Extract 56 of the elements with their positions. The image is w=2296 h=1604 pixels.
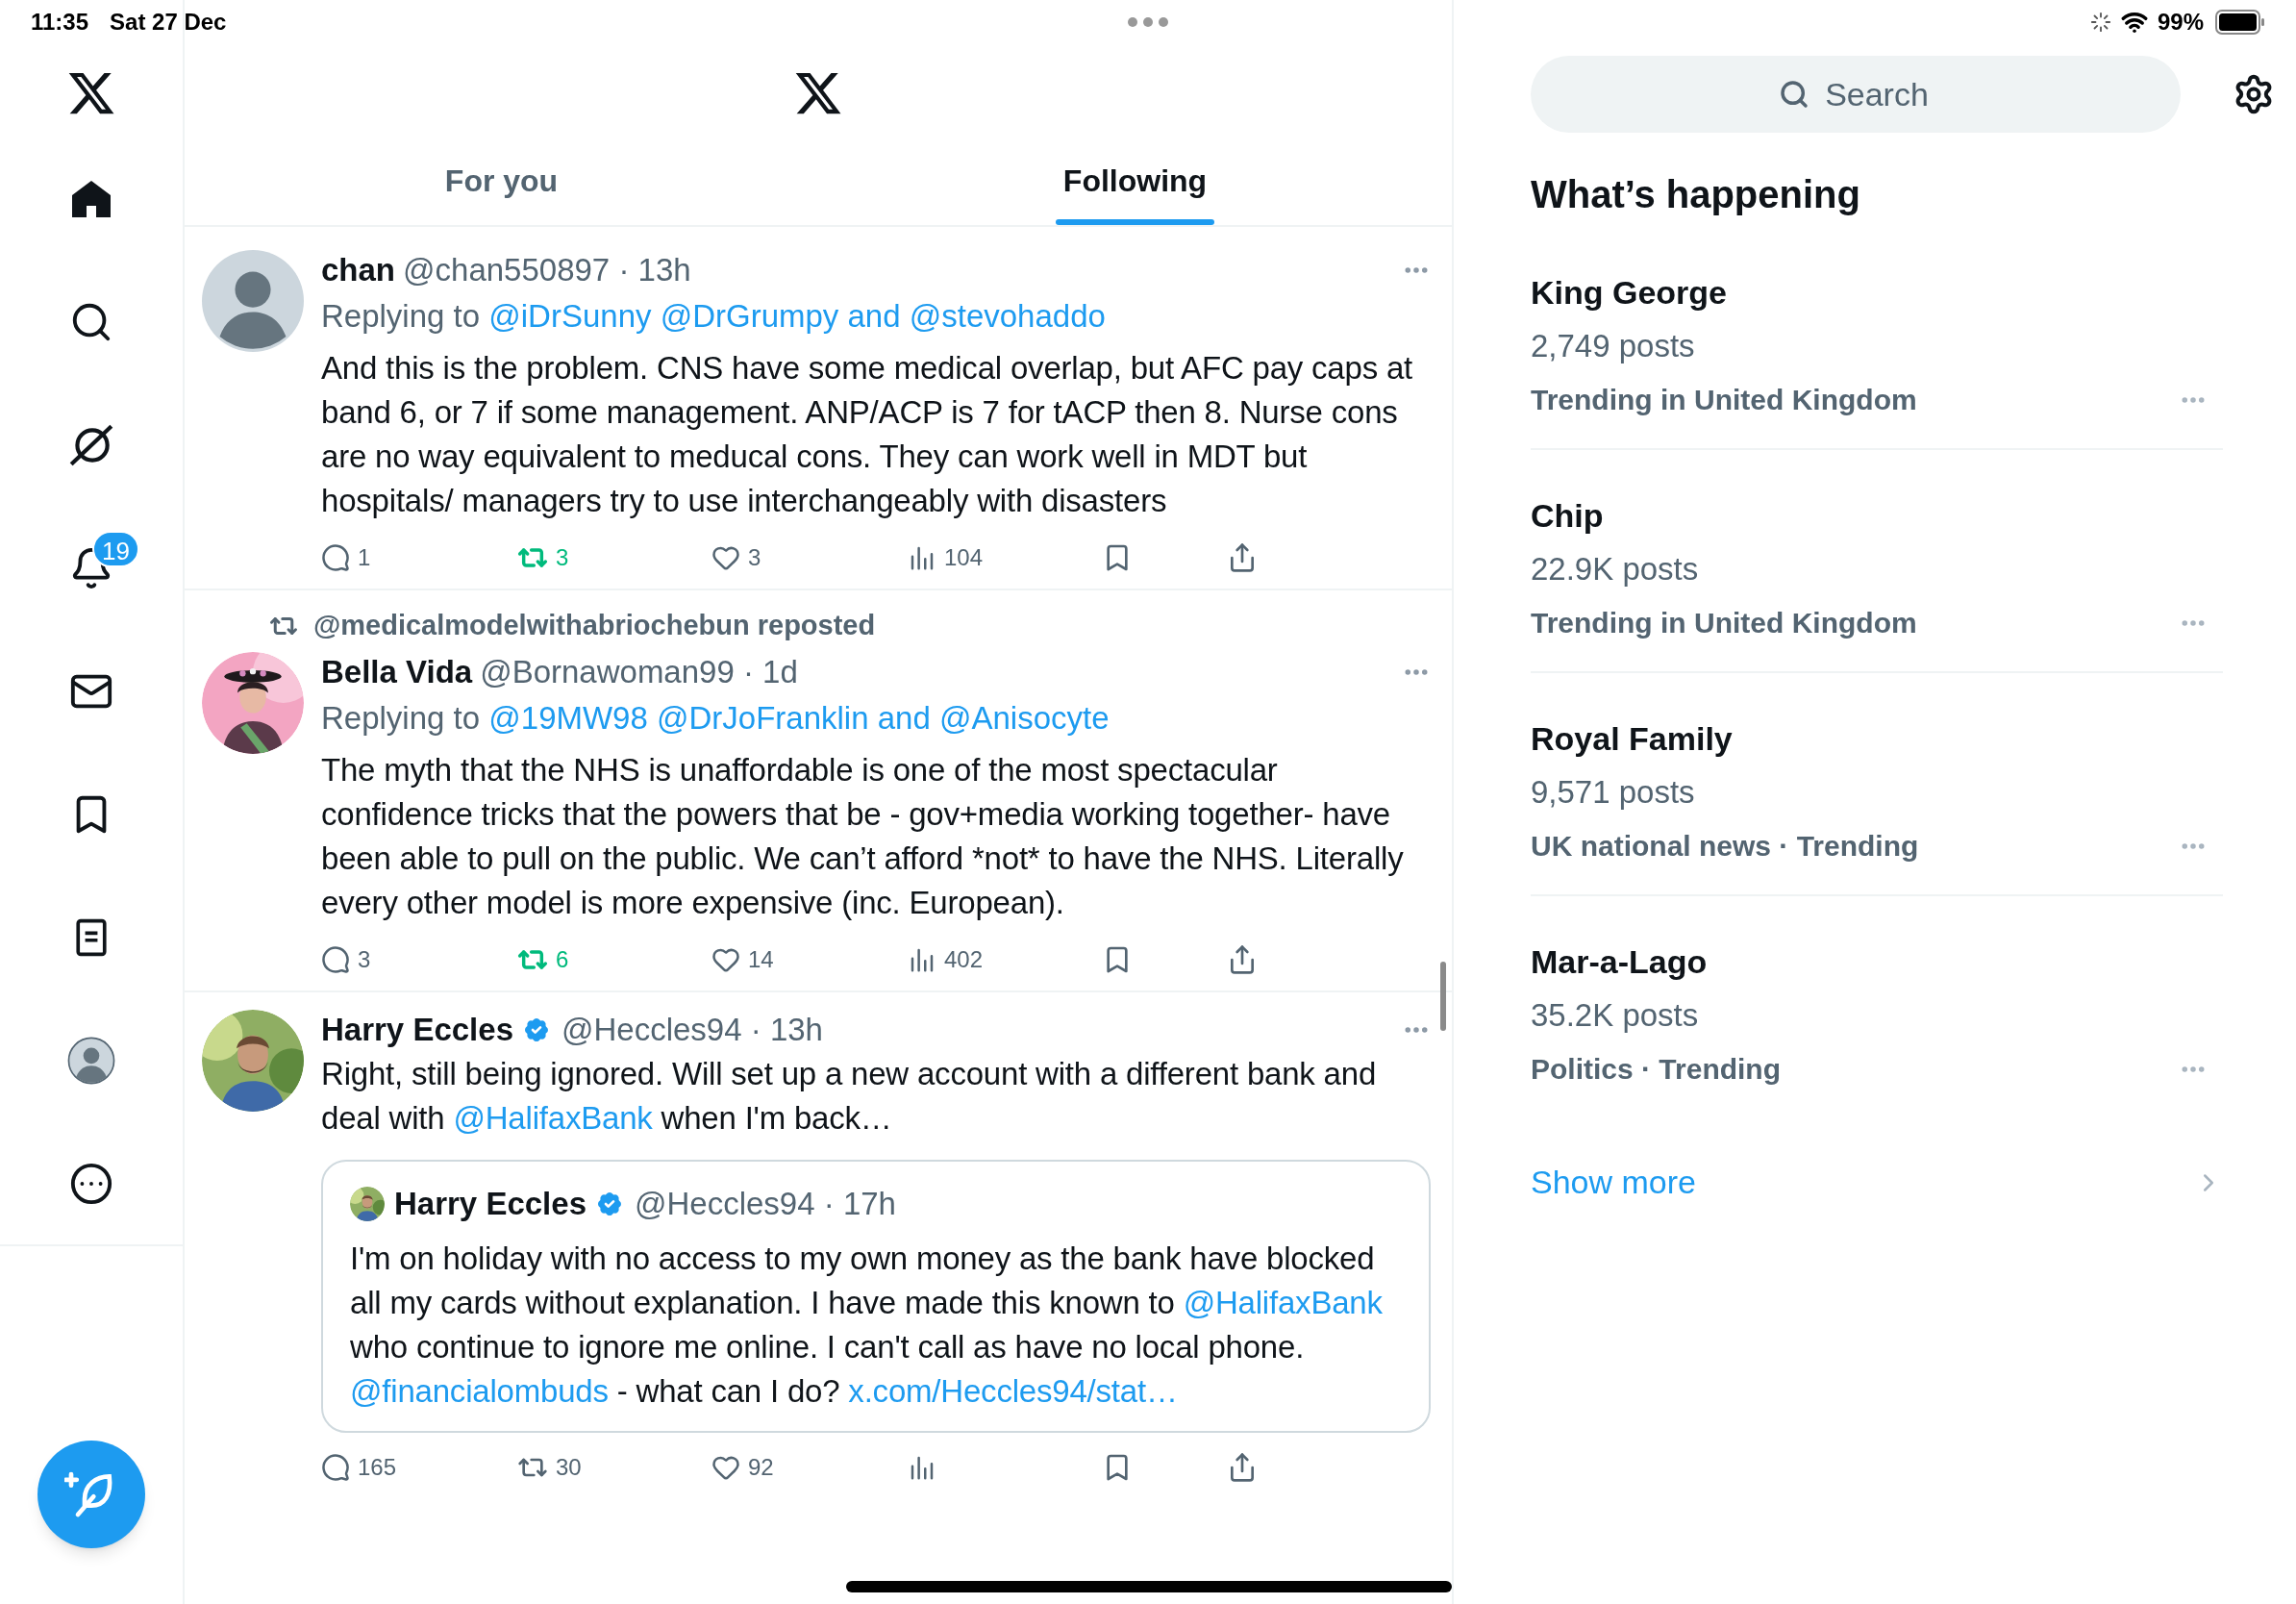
search-icon	[1779, 79, 1809, 110]
feed-tab[interactable]: Following	[818, 146, 1452, 225]
status-date: Sat 27 Dec	[110, 8, 227, 37]
trend-name: Chip	[1531, 496, 1605, 536]
repost-label[interactable]: @medicalmodelwithabriochebun reposted	[313, 605, 876, 647]
trend-context: Trending in United Kingdom	[1531, 383, 1917, 417]
tweet-text: And this is the problem. CNS have some medical overlap, but AFC pay caps at band 6, or 7 if some management. ANP/ACP is 7 for tACP then 8. Nurse cons are no way equivalent to meducal cons. They can work well in MDT but hospitals/ managers try to use interchangeably with disasters	[321, 349, 1414, 520]
trend-post-count: 2,749 posts	[1531, 327, 1696, 365]
feed-tab[interactable]: For you	[185, 146, 818, 225]
tweet-text: The myth that the NHS is unaffordable is one of the most spectacular confidence tricks that the powers that be - gov+media working together- have been able to pull on the public. We can’t afford *not* to have the NHS. Literally every other model is more expensive (inc. European).	[321, 751, 1405, 922]
trend-item[interactable]: Royal Family 9,571 posts UK national news · Trending	[1531, 702, 2223, 896]
trend-name: Mar-a-Lago	[1531, 942, 1709, 982]
trend-post-count: 9,571 posts	[1531, 773, 1696, 812]
author-handle: @chan550897 · 13h	[403, 251, 691, 290]
trend-name: King George	[1531, 273, 1729, 313]
reply-button[interactable]: 3	[321, 942, 517, 977]
author-handle: @Bornawoman99 · 1d	[480, 653, 798, 692]
battery-percent: 99%	[2157, 8, 2204, 37]
like-button[interactable]: 92	[711, 1450, 908, 1485]
trend-context: Politics · Trending	[1531, 1052, 1782, 1087]
tweet-text: I'm on holiday with no access to my own money as the bank have blocked all my cards without explanation. I have made this known to @HalifaxBank who continue to ignore me online. I can't call as have no local phone. @financialombuds - what can I do? x.com/Heccles94/stat…	[350, 1240, 1384, 1411]
reply-button[interactable]: 165	[321, 1450, 517, 1485]
views-button[interactable]: 104	[908, 540, 1102, 575]
author-name: Harry Eccles	[394, 1185, 586, 1224]
trend-context: Trending in United Kingdom	[1531, 606, 1917, 640]
trend-item[interactable]: Chip 22.9K posts Trending in United Kingdom	[1531, 479, 2223, 673]
reply-button[interactable]: 1	[321, 540, 517, 575]
scrollbar	[1440, 962, 1446, 1031]
author-handle: @Heccles94 · 17h	[635, 1185, 896, 1224]
like-button[interactable]: 14	[711, 942, 908, 977]
repost-button[interactable]: 30	[517, 1450, 711, 1485]
trend-post-count: 35.2K posts	[1531, 996, 1700, 1035]
author-handle: @Heccles94 · 13h	[562, 1011, 823, 1050]
trend-item[interactable]: Mar-a-Lago 35.2K posts Politics · Trending	[1531, 925, 2223, 1117]
trend-item[interactable]: King George 2,749 posts Trending in United Kingdom	[1531, 256, 2223, 450]
reply-context: Replying to @iDrSunny @DrGrumpy and @stevohaddo	[321, 297, 1107, 336]
speech-bubble-icon	[321, 1453, 350, 1482]
trend-context: UK national news · Trending	[1531, 829, 1919, 864]
tweet-text: Right, still being ignored. Will set up a new account with a different bank and deal with @HalifaxBank when I'm back…	[321, 1055, 1378, 1138]
trend-name: Royal Family	[1531, 719, 1734, 759]
multitasking-dots-icon	[1127, 16, 1169, 28]
author-name[interactable]: Harry Eccles	[321, 1006, 513, 1054]
author-name[interactable]: Bella Vida	[321, 648, 473, 696]
author-name[interactable]: chan	[321, 246, 396, 294]
reply-context: Replying to @19MW98 @DrJoFranklin and @Anisocyte	[321, 699, 1111, 738]
trend-post-count: 22.9K posts	[1531, 550, 1700, 589]
like-button[interactable]: 3	[711, 540, 908, 575]
views-button[interactable]: 402	[908, 942, 1102, 977]
search-field[interactable]: Search	[1531, 56, 2181, 133]
notification-badge: 19	[92, 531, 139, 567]
battery-icon	[2215, 10, 2265, 35]
speech-bubble-icon	[321, 945, 350, 974]
status-time: 11:35	[31, 8, 89, 37]
section-title: What’s happening	[1531, 172, 1861, 217]
activity-icon	[2089, 12, 2111, 33]
speech-bubble-icon	[321, 543, 350, 572]
